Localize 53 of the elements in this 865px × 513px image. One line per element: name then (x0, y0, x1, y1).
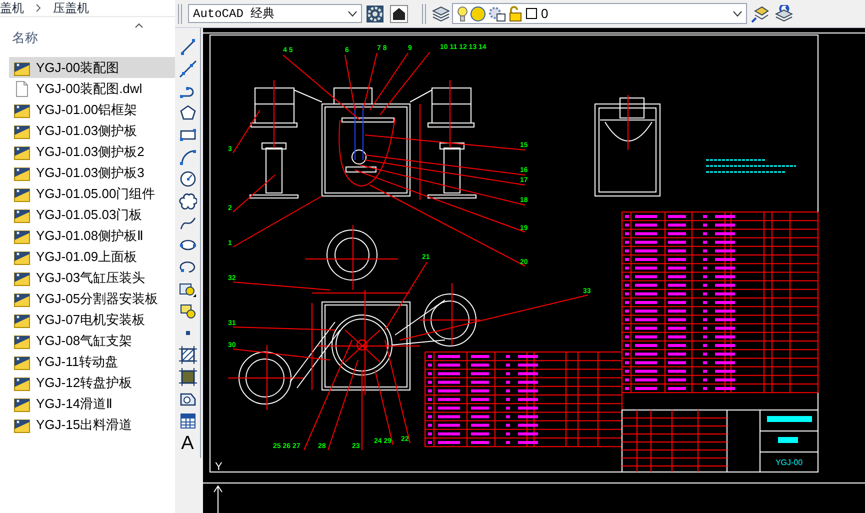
chevron-down-icon (733, 10, 742, 16)
sun-icon (470, 6, 486, 22)
table-icon[interactable] (178, 412, 196, 430)
drawing-file-icon (14, 374, 30, 390)
construction-line-icon[interactable] (178, 60, 196, 78)
rectangle-icon[interactable] (178, 126, 196, 144)
cloud-icon[interactable] (178, 192, 196, 210)
make-block-icon[interactable] (178, 302, 196, 320)
gradient-icon[interactable] (178, 368, 196, 386)
arc-icon[interactable] (178, 148, 196, 166)
gear-icon[interactable] (366, 4, 384, 22)
circle-icon[interactable] (178, 170, 196, 188)
layer-dropdown[interactable]: 0 (452, 3, 747, 24)
ucs-axis-icon (214, 485, 222, 513)
drawing-file-icon (14, 396, 30, 412)
drawing-file-icon (14, 60, 30, 76)
drawing-file-icon (14, 122, 30, 138)
drawing-file-icon (14, 354, 30, 370)
axis-label: Y (215, 461, 222, 473)
workspace-settings-icon[interactable] (390, 4, 408, 22)
drawing-file-icon (14, 270, 30, 286)
drawing-file-icon (14, 144, 30, 160)
file-item[interactable]: YGJ-00装配图 (9, 57, 175, 78)
layer-state-icon[interactable] (751, 4, 769, 22)
drawing-file-icon (14, 186, 30, 202)
chevron-down-icon (348, 10, 357, 16)
drawing-file-icon (14, 164, 30, 180)
drawing-number: YGJ-00 (775, 458, 803, 467)
drawing-file-icon (14, 416, 30, 432)
drawing-file-icon (14, 332, 30, 348)
breadcrumb-item[interactable]: 盖机 (0, 2, 24, 14)
column-header[interactable]: 名称 (12, 28, 38, 57)
drawing-file-icon (14, 290, 30, 306)
lock-icon (508, 6, 524, 22)
layers-icon[interactable] (432, 6, 450, 22)
pentagon-icon[interactable] (178, 104, 196, 122)
gear-icon (488, 6, 506, 22)
drawing-file-icon (14, 248, 30, 264)
drawing-file-icon (14, 228, 30, 244)
layer-name: 0 (541, 4, 548, 23)
drawing-file-icon (14, 206, 30, 222)
color-swatch-icon (526, 8, 537, 19)
layer-previous-icon[interactable] (775, 4, 793, 22)
breadcrumb-item[interactable]: 压盖机 (53, 2, 89, 14)
hatch-icon[interactable] (178, 346, 196, 364)
lightbulb-icon (457, 6, 468, 22)
workspace-dropdown[interactable]: AutoCAD 经典 (188, 4, 362, 23)
drawing-file-icon (14, 312, 30, 328)
text-tool-button[interactable]: A (181, 434, 194, 452)
document-file-icon (14, 80, 30, 96)
breadcrumb-separator-icon (36, 4, 41, 12)
line-icon[interactable] (178, 38, 196, 56)
drawing-file-icon (14, 102, 30, 118)
